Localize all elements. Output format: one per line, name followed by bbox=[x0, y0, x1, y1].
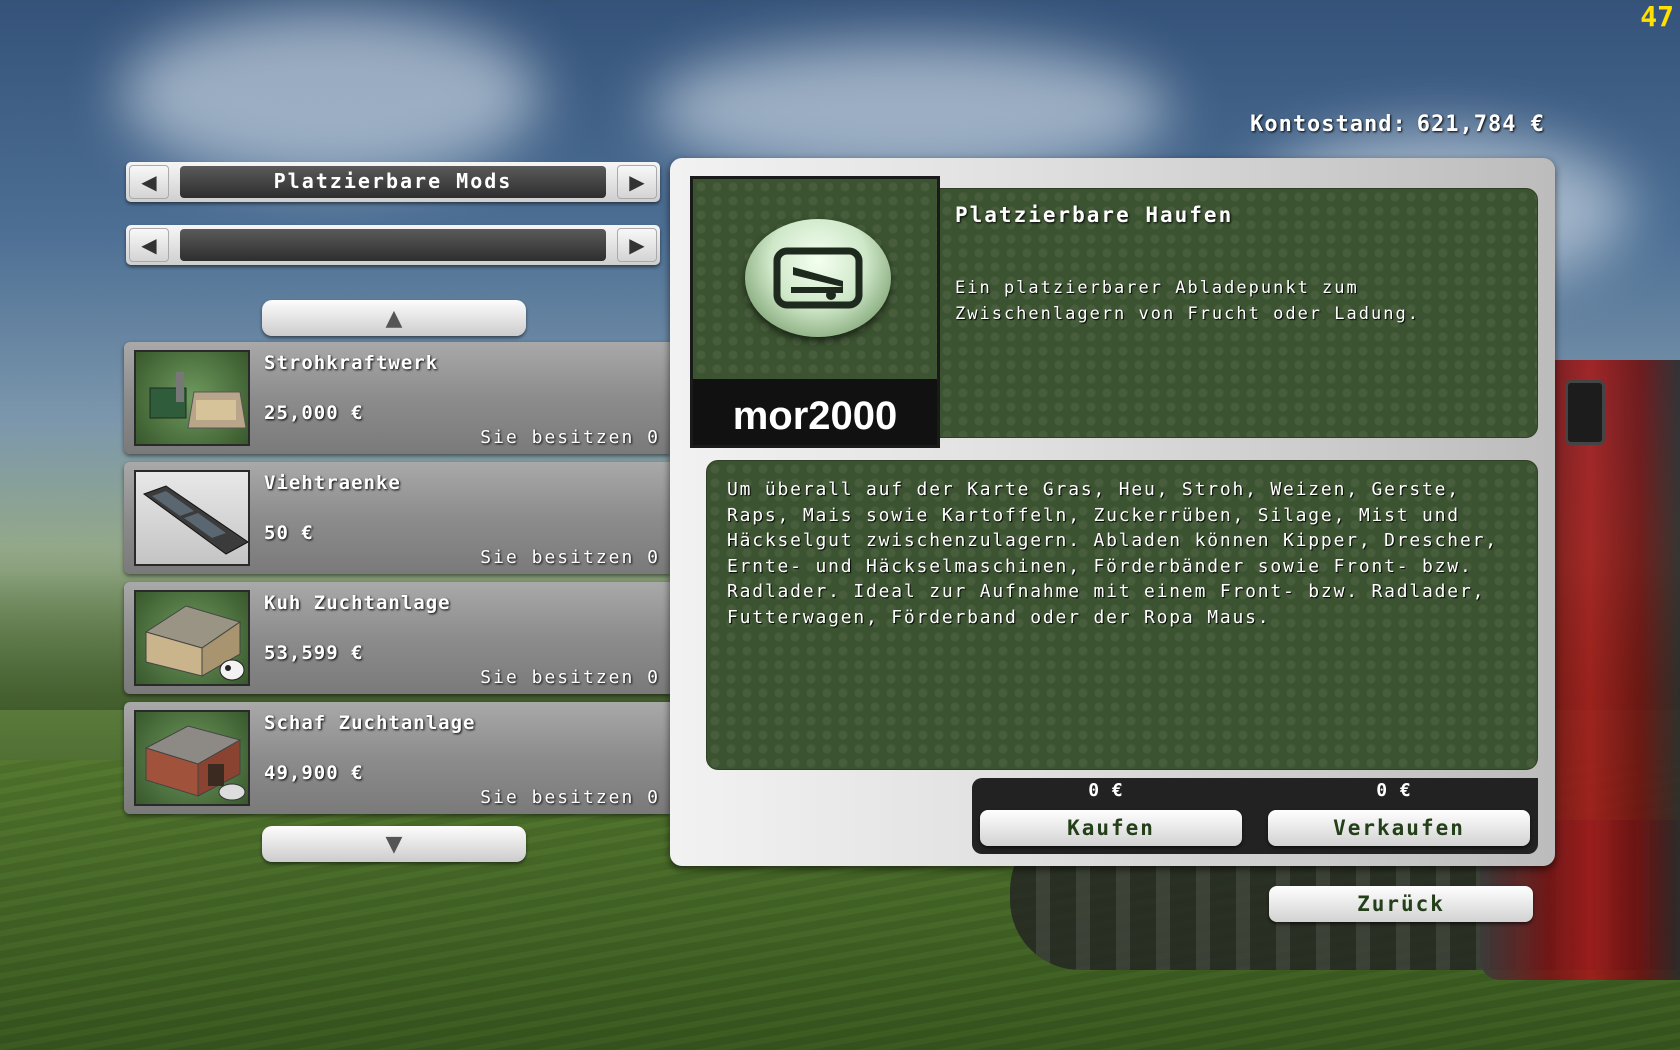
background-tractor-mirror bbox=[1565, 380, 1605, 445]
trailer-icon-badge bbox=[745, 219, 891, 337]
account-balance: Kontostand: 621,784 € bbox=[1100, 112, 1545, 137]
item-price: 25,000 € bbox=[264, 402, 364, 424]
item-name: Viehtraenke bbox=[264, 472, 401, 494]
water-trough-thumbnail bbox=[134, 470, 250, 566]
buy-button[interactable]: Kaufen bbox=[980, 810, 1242, 846]
sell-price: 0 € bbox=[1376, 780, 1412, 801]
scroll-down-button[interactable]: ▼ bbox=[262, 826, 526, 862]
cow-breeding-thumbnail bbox=[134, 590, 250, 686]
item-price: 53,599 € bbox=[264, 642, 364, 664]
category-selector: ◀ Platzierbare Mods ▶ bbox=[126, 162, 660, 202]
category-label: Platzierbare Mods bbox=[180, 166, 606, 198]
background-cloud bbox=[120, 10, 540, 180]
shop-item[interactable]: Viehtraenke 50 € Sie besitzen 0 bbox=[124, 462, 670, 574]
straw-power-plant-thumbnail bbox=[134, 350, 250, 446]
detail-title: Platzierbare Haufen bbox=[955, 203, 1234, 227]
subcategory-label bbox=[180, 229, 606, 261]
detail-long-description: Um überall auf der Karte Gras, Heu, Stro… bbox=[727, 479, 1498, 628]
shop-item[interactable]: Schaf Zuchtanlage 49,900 € Sie besitzen … bbox=[124, 702, 670, 814]
detail-short-description: Ein platzierbarer Abladepunkt zum Zwisch… bbox=[955, 278, 1420, 324]
subcategory-selector: ◀ ▶ bbox=[126, 225, 660, 265]
sell-button[interactable]: Verkaufen bbox=[1268, 810, 1530, 846]
item-price: 49,900 € bbox=[264, 762, 364, 784]
back-button[interactable]: Zurück bbox=[1269, 886, 1533, 922]
arrow-right-icon: ▶ bbox=[629, 233, 645, 257]
description-box: Um überall auf der Karte Gras, Heu, Stro… bbox=[706, 460, 1538, 770]
item-name: Kuh Zuchtanlage bbox=[264, 592, 451, 614]
balance-value: 621,784 € bbox=[1416, 112, 1545, 137]
arrow-up-icon: ▲ bbox=[385, 305, 403, 331]
arrow-left-icon: ◀ bbox=[141, 233, 157, 257]
category-prev-button[interactable]: ◀ bbox=[129, 165, 169, 199]
shop-item[interactable]: Kuh Zuchtanlage 53,599 € Sie besitzen 0 bbox=[124, 582, 670, 694]
category-next-button[interactable]: ▶ bbox=[617, 165, 657, 199]
item-owned-count: Sie besitzen 0 bbox=[480, 547, 660, 568]
item-price: 50 € bbox=[264, 522, 314, 544]
mod-image: mor2000 bbox=[690, 176, 940, 448]
sheep-breeding-thumbnail bbox=[134, 710, 250, 806]
mod-author: mor2000 bbox=[732, 394, 898, 438]
title-box: Platzierbare Haufen Ein platzierbarer Ab… bbox=[938, 188, 1538, 438]
item-owned-count: Sie besitzen 0 bbox=[480, 787, 660, 808]
subcategory-next-button[interactable]: ▶ bbox=[617, 228, 657, 262]
item-owned-count: Sie besitzen 0 bbox=[480, 427, 660, 448]
balance-label: Kontostand: bbox=[1250, 112, 1407, 137]
buy-price: 0 € bbox=[1088, 780, 1124, 801]
subcategory-prev-button[interactable]: ◀ bbox=[129, 228, 169, 262]
trade-bar: 0 € 0 € Kaufen Verkaufen bbox=[972, 778, 1538, 854]
item-name: Strohkraftwerk bbox=[264, 352, 439, 374]
item-name: Schaf Zuchtanlage bbox=[264, 712, 476, 734]
scroll-up-button[interactable]: ▲ bbox=[262, 300, 526, 336]
detail-panel: Platzierbare Haufen Ein platzierbarer Ab… bbox=[670, 158, 1555, 866]
arrow-down-icon: ▼ bbox=[385, 831, 403, 857]
fps-counter: 47 bbox=[1640, 0, 1674, 33]
arrow-left-icon: ◀ bbox=[141, 170, 157, 194]
trailer-icon bbox=[773, 247, 863, 309]
item-owned-count: Sie besitzen 0 bbox=[480, 667, 660, 688]
arrow-right-icon: ▶ bbox=[629, 170, 645, 194]
shop-item[interactable]: Strohkraftwerk 25,000 € Sie besitzen 0 bbox=[124, 342, 670, 454]
